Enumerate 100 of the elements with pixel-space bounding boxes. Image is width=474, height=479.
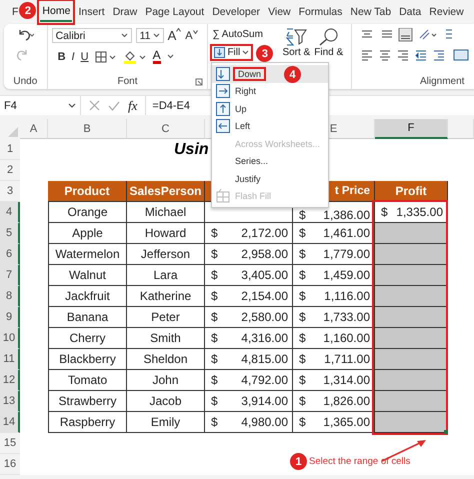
table-cell: Jefferson: [127, 244, 205, 265]
row-header[interactable]: 8: [0, 286, 20, 307]
ribbon-tab[interactable]: Data: [397, 3, 424, 21]
fill-button[interactable]: Fill: [212, 46, 252, 59]
sheet-title: Usin: [174, 140, 209, 158]
grow-font-button[interactable]: A: [168, 28, 182, 43]
shrink-font-button[interactable]: A: [185, 30, 198, 42]
table-cell[interactable]: [375, 370, 448, 391]
table-cell[interactable]: [375, 244, 448, 265]
caret-icon: [152, 33, 160, 38]
down-arrow-icon: [214, 47, 226, 58]
row-header[interactable]: 14: [0, 412, 20, 433]
row-header[interactable]: 11: [0, 349, 20, 370]
dialog-launcher-icon[interactable]: [195, 78, 204, 86]
table-cell[interactable]: [375, 328, 448, 349]
table-cell: Lara: [127, 265, 205, 286]
table-cell[interactable]: [375, 307, 448, 328]
font-color-button[interactable]: A: [152, 49, 161, 64]
name-box[interactable]: F4: [0, 96, 81, 115]
row-header[interactable]: 3: [0, 181, 20, 202]
font-style-button[interactable]: I: [72, 50, 75, 62]
row-header[interactable]: 9: [0, 307, 20, 328]
search-icon: [318, 28, 340, 46]
row-header[interactable]: 7: [0, 265, 20, 286]
table-cell: $ 3,914.00: [205, 391, 293, 412]
borders-icon[interactable]: [94, 50, 117, 62]
table-cell: Jackfruit: [48, 286, 127, 307]
row-header[interactable]: 5: [0, 223, 20, 244]
caret-icon: [192, 30, 198, 34]
table-cell[interactable]: [375, 265, 448, 286]
ribbon-tab[interactable]: Draw: [110, 3, 140, 21]
table-cell[interactable]: [375, 286, 448, 307]
table-cell: Walnut: [48, 265, 127, 286]
up-caret-icon: [176, 28, 182, 32]
font-style-button[interactable]: U: [80, 50, 89, 62]
ribbon-tab[interactable]: Home: [40, 2, 72, 22]
fill-handle[interactable]: [444, 430, 448, 434]
table-cell: Apple: [48, 223, 127, 244]
ribbon-tab[interactable]: New Tab: [348, 3, 394, 21]
alignment-bottom-icons[interactable]: [360, 48, 470, 62]
table-cell: $ 4,980.00: [205, 412, 293, 433]
row-header[interactable]: 13: [0, 391, 20, 412]
ribbon-tab[interactable]: Developer: [210, 3, 262, 21]
column-header[interactable]: C: [127, 119, 205, 139]
row-header[interactable]: 15: [0, 433, 20, 454]
font-style-button[interactable]: B: [58, 50, 66, 62]
ribbon-tab[interactable]: Insert: [76, 3, 107, 21]
table-cell: Orange: [48, 202, 127, 223]
step-badge: 2: [19, 2, 36, 19]
table-cell: Cherry: [48, 328, 127, 349]
table-cell: Katherine: [127, 286, 205, 307]
caret-icon: [242, 50, 250, 55]
row-header[interactable]: 16: [0, 454, 20, 475]
table-cell: Emily: [127, 412, 205, 433]
menu-item[interactable]: Series...: [212, 152, 328, 170]
ribbon-tab[interactable]: View: [266, 3, 293, 21]
row-header[interactable]: 12: [0, 370, 20, 391]
table-cell: $ 4,815.00: [205, 349, 293, 370]
table-cell: Blackberry: [48, 349, 127, 370]
row-header[interactable]: 1: [0, 139, 20, 160]
menu-item[interactable]: Up: [212, 100, 328, 118]
table-cell[interactable]: [375, 391, 448, 412]
ribbon-tab[interactable]: Review: [427, 3, 466, 21]
fill-color-icon[interactable]: [122, 50, 147, 64]
sort-filter-icon: [285, 28, 308, 46]
row-header[interactable]: 4: [0, 202, 20, 223]
table-cell: Peter: [127, 307, 205, 328]
column-header[interactable]: F: [375, 119, 448, 139]
font-dropdown[interactable]: Calibri: [52, 28, 132, 43]
table-cell[interactable]: [375, 223, 448, 244]
table-cell: Watermelon: [48, 244, 127, 265]
table-cell: Sheldon: [127, 349, 205, 370]
table-cell[interactable]: [375, 412, 448, 433]
table-cell: $ 2,958.00: [205, 244, 293, 265]
column-header[interactable]: A: [20, 119, 48, 139]
insert-function-button[interactable]: fx: [128, 98, 138, 114]
ribbon-tab[interactable]: F: [10, 3, 20, 21]
step-badge: 3: [256, 45, 274, 62]
ribbon-tab[interactable]: Page Layout: [143, 3, 206, 21]
table-cell: Jacob: [127, 391, 205, 412]
menu-item[interactable]: Down 4: [212, 65, 328, 82]
header-cell: SalesPerson: [127, 181, 205, 202]
table-cell: Howard: [127, 223, 205, 244]
table-cell: Smith: [127, 328, 205, 349]
table-cell[interactable]: [375, 349, 448, 370]
autosum-button[interactable]: ∑ AutoSum: [212, 28, 278, 41]
header-cell: Profit: [375, 181, 448, 202]
row-header[interactable]: 2: [0, 160, 20, 181]
table-cell: $ 2,172.00: [205, 223, 293, 244]
row-header[interactable]: 10: [0, 328, 20, 349]
table-cell: Raspberry: [48, 412, 127, 433]
alignment-top-icons[interactable]: [360, 28, 454, 42]
row-header[interactable]: 6: [0, 244, 20, 265]
table-cell: Tomato: [48, 370, 127, 391]
font-size-dropdown[interactable]: 11: [136, 28, 164, 43]
dropdown-caret-icon[interactable]: [166, 54, 174, 59]
ribbon-tab[interactable]: Formulas: [296, 3, 344, 21]
table-cell: $ 3,405.00: [205, 265, 293, 286]
header-cell: Product: [48, 181, 127, 202]
column-header[interactable]: B: [48, 119, 127, 139]
